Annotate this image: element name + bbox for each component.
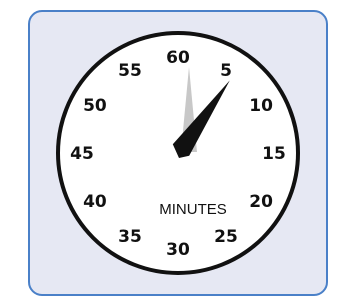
minute-number-45: 45 [70,144,94,164]
minute-number-40: 40 [83,192,107,212]
minute-number-50: 50 [83,96,107,116]
minute-number-5: 5 [220,61,232,81]
minutes-label: MINUTES [159,201,227,218]
minute-number-35: 35 [118,227,142,247]
minute-number-55: 55 [118,61,142,81]
minute-number-20: 20 [249,192,273,212]
minute-number-30: 30 [166,240,190,260]
minute-number-25: 25 [214,227,238,247]
minute-number-15: 15 [262,144,286,164]
timer-dial: 60 5 10 15 20 25 30 35 40 45 50 55 MINUTES [56,31,300,275]
minute-number-60: 60 [166,48,190,68]
minute-number-10: 10 [249,96,273,116]
